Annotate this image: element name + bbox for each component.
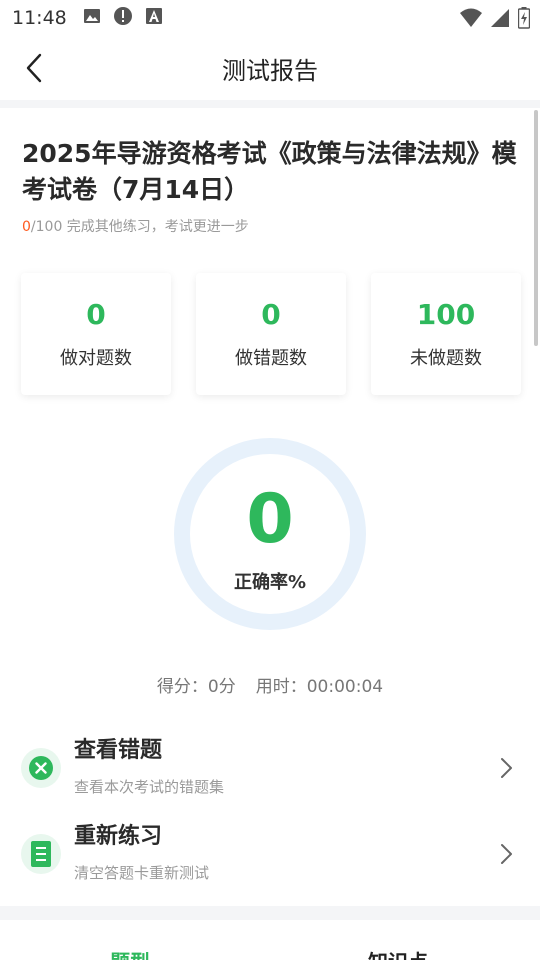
duration-text: 用时：00:00:04: [255, 677, 384, 697]
stat-label: 做错题数: [235, 348, 307, 369]
header: 测试报告: [0, 36, 540, 100]
chevron-right-icon: [501, 758, 512, 778]
action-subtitle: 查看本次考试的错题集: [74, 778, 225, 796]
status-bar: 11:48: [0, 0, 540, 36]
restart-practice-row[interactable]: 重新练习 清空答题卡重新测试: [0, 814, 540, 894]
stat-value: 100: [416, 298, 476, 331]
accuracy-ring: 0 正确率%: [172, 436, 368, 632]
document-icon: [21, 834, 61, 874]
stat-label: 做对题数: [60, 348, 132, 369]
score-text: 得分：0分: [156, 677, 236, 697]
wifi-icon: [460, 8, 482, 32]
action-subtitle: 清空答题卡重新测试: [74, 864, 210, 882]
progress-hint: 0/100 完成其他练习，考试更进一步: [22, 216, 249, 236]
chevron-right-icon: [501, 844, 512, 864]
battery-icon: [517, 7, 531, 33]
close-circle-icon: [21, 748, 61, 788]
chevron-left-icon: [26, 53, 42, 83]
accuracy-label: 正确率%: [233, 572, 307, 593]
tab-question-type[interactable]: 题型: [110, 946, 150, 960]
section-divider: [0, 906, 540, 920]
stat-card-unanswered: 100 未做题数: [371, 273, 521, 395]
exam-title: 2025年导游资格考试《政策与法律法规》模考试卷（7月14日）: [22, 139, 517, 204]
header-divider: [0, 100, 540, 108]
page-title: 测试报告: [222, 56, 318, 85]
view-wrong-answers-row[interactable]: 查看错题 查看本次考试的错题集: [0, 728, 540, 808]
back-button[interactable]: [18, 52, 50, 84]
progress-done-count: 0: [22, 219, 31, 235]
test-report-page: 11:48 测试报告 2025年导游资格考试《政策与法律法规》模考试卷（7月14…: [0, 0, 540, 960]
stat-card-wrong: 0 做错题数: [196, 273, 346, 395]
stat-value: 0: [86, 298, 106, 331]
signal-icon: [490, 8, 510, 32]
image-icon: [83, 7, 101, 29]
scrollbar[interactable]: [534, 110, 538, 346]
stat-value: 0: [261, 298, 281, 331]
stat-label: 未做题数: [410, 348, 482, 369]
tab-knowledge-point[interactable]: 知识点: [368, 946, 428, 960]
status-time: 11:48: [12, 7, 67, 29]
alert-icon: [113, 6, 133, 30]
status-system-icons: [460, 7, 531, 33]
stats-row: 0 做对题数 0 做错题数 100 未做题数: [21, 273, 521, 395]
action-title: 重新练习: [74, 824, 163, 849]
analysis-tabs: 题型 知识点: [0, 920, 540, 960]
score-summary: 得分：0分 用时：00:00:04: [0, 672, 540, 697]
progress-hint-text: /100 完成其他练习，考试更进一步: [30, 219, 249, 235]
text-a-icon: [145, 7, 163, 29]
status-notification-icons: [83, 6, 163, 30]
stat-card-correct: 0 做对题数: [21, 273, 171, 395]
accuracy-value: 0: [246, 480, 294, 559]
action-title: 查看错题: [74, 738, 163, 763]
